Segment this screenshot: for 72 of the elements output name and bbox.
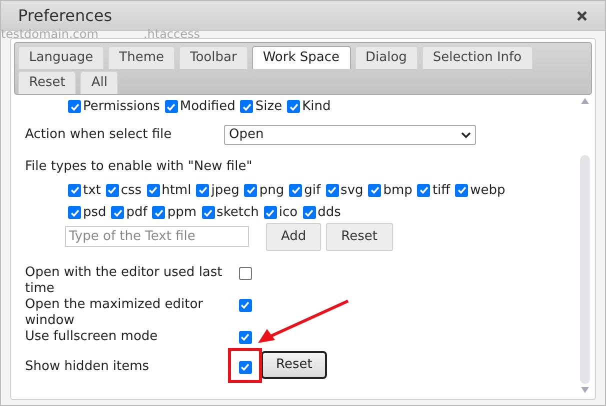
checkbox[interactable] xyxy=(368,184,382,197)
option-label: Show hidden items xyxy=(25,358,150,374)
tab[interactable]: All xyxy=(80,71,118,94)
checkbox-label: svg xyxy=(340,182,364,200)
checkbox-label: png xyxy=(259,182,284,200)
checkbox-label: Permissions xyxy=(83,98,160,116)
form-button[interactable]: Add xyxy=(266,222,322,250)
checkbox[interactable] xyxy=(68,184,81,197)
tab[interactable]: Language xyxy=(18,46,104,69)
checkbox-label: pdf xyxy=(126,204,148,222)
checkbox[interactable] xyxy=(302,206,316,220)
checkbox-label: tiff xyxy=(432,182,450,200)
option-label: Use fullscreen mode xyxy=(25,328,159,344)
checkbox-label: jpeg xyxy=(211,182,240,200)
checkbox-label: ico xyxy=(278,204,298,222)
checkbox[interactable] xyxy=(287,100,300,113)
tab[interactable]: Toolbar xyxy=(179,46,248,69)
checkbox-label: webp xyxy=(470,182,506,200)
action-select[interactable]: Open xyxy=(224,125,476,145)
checkbox[interactable] xyxy=(68,206,81,220)
checkbox-label: psd xyxy=(83,204,106,222)
option-label: Open with the editor used last time xyxy=(25,264,224,296)
checkbox[interactable] xyxy=(289,184,302,197)
checkbox[interactable] xyxy=(111,206,124,220)
caret-icon xyxy=(461,132,471,138)
tab[interactable]: Theme xyxy=(108,46,175,69)
checkbox[interactable] xyxy=(196,184,210,197)
checkbox[interactable] xyxy=(238,298,252,312)
checkbox-label: Kind xyxy=(302,98,331,116)
checkbox[interactable] xyxy=(244,184,258,197)
checkbox[interactable] xyxy=(326,184,339,197)
checkbox-label: gif xyxy=(304,182,321,200)
checkbox[interactable] xyxy=(152,206,166,220)
reset-button[interactable]: Reset xyxy=(261,350,328,378)
tab[interactable]: Selection Info xyxy=(422,46,533,69)
field-label: Action when select file xyxy=(25,126,173,144)
tab[interactable]: Reset xyxy=(18,71,76,94)
field-label: File types to enable with "New file" xyxy=(25,158,254,176)
checkbox-label: txt xyxy=(83,182,101,200)
checkbox[interactable] xyxy=(264,206,277,220)
background-text: .htaccess xyxy=(143,26,200,43)
form-button[interactable]: Reset xyxy=(326,222,392,250)
window-title: Preferences xyxy=(18,4,114,26)
file-type-input[interactable]: Type of the Text file xyxy=(65,226,249,247)
checkbox[interactable] xyxy=(106,184,119,197)
scroll-down-icon[interactable] xyxy=(580,386,590,394)
checkbox[interactable] xyxy=(146,184,160,197)
checkbox-label: css xyxy=(120,182,142,200)
scroll-up-icon[interactable] xyxy=(580,97,590,105)
checkbox[interactable] xyxy=(455,184,468,197)
option-label: Open the maximized editor window xyxy=(25,296,204,328)
checkbox[interactable] xyxy=(238,360,252,374)
checkbox[interactable] xyxy=(238,266,252,280)
scrollbar-thumb[interactable] xyxy=(580,155,590,384)
background-text: testdomain.com xyxy=(1,26,98,43)
checkbox[interactable] xyxy=(164,100,178,113)
checkbox[interactable] xyxy=(238,330,252,344)
checkbox[interactable] xyxy=(68,100,81,113)
select-value: Open xyxy=(229,126,264,144)
checkbox[interactable] xyxy=(417,184,430,197)
checkbox-label: bmp xyxy=(383,182,412,200)
checkbox-label: dds xyxy=(318,204,341,222)
checkbox-label: Modified xyxy=(180,98,236,116)
checkbox-label: html xyxy=(162,182,192,200)
checkbox-label: Size xyxy=(255,98,282,116)
checkbox[interactable] xyxy=(202,206,215,220)
checkbox-label: ppm xyxy=(167,204,197,222)
checkbox-label: sketch xyxy=(216,204,259,222)
checkbox[interactable] xyxy=(240,100,254,113)
tab[interactable]: Work Space xyxy=(252,46,350,69)
tab[interactable]: Dialog xyxy=(354,46,418,69)
close-icon[interactable] xyxy=(576,10,588,22)
